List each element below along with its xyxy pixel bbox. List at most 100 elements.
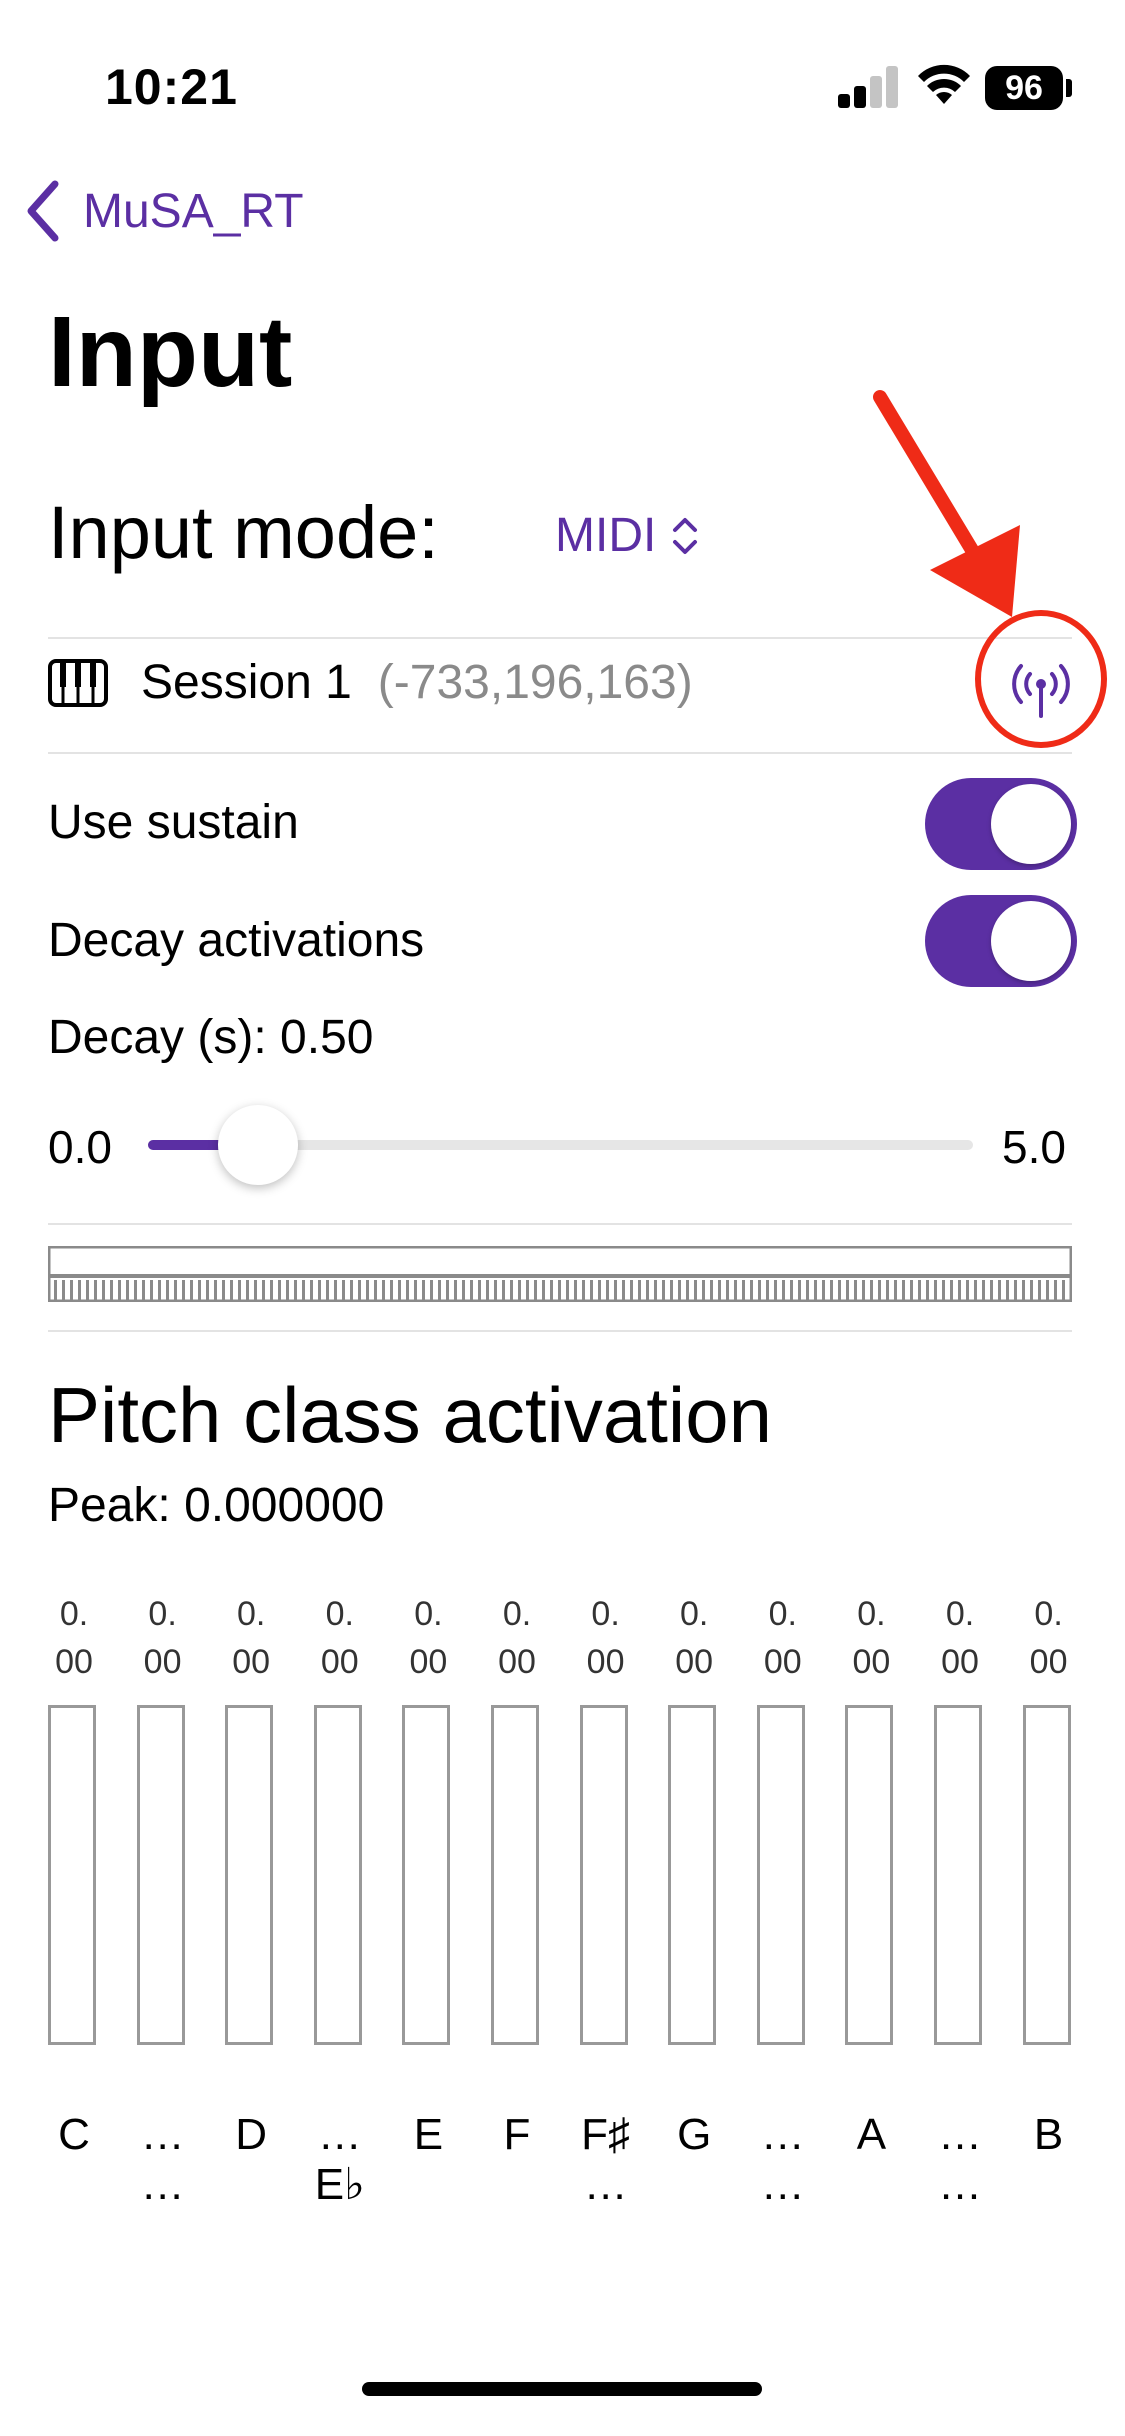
activation-value-line2: 00 bbox=[498, 1643, 536, 1681]
activation-bar bbox=[579, 1705, 628, 2045]
back-label: MuSA_RT bbox=[83, 184, 304, 238]
activation-value: 0. 00 bbox=[664, 1590, 724, 1686]
use-sustain-toggle[interactable] bbox=[925, 778, 1077, 870]
input-mode-value: MIDI bbox=[555, 509, 657, 562]
activation-bar bbox=[756, 1705, 805, 2045]
session-row[interactable]: Session 1 (-733,196,163) bbox=[48, 655, 693, 710]
cellular-signal-icon bbox=[838, 62, 900, 108]
activation-value-line2: 00 bbox=[852, 1643, 891, 1681]
pitch-class-column: 0. 00 D bbox=[225, 1590, 277, 2159]
chevron-up-down-icon bbox=[673, 517, 698, 554]
activation-bar bbox=[225, 1705, 274, 2045]
slider-min-label: 0.0 bbox=[48, 1121, 112, 1173]
pitch-class-label: … E♭ bbox=[310, 2110, 370, 2210]
pitch-class-column: 0. 00 …… bbox=[934, 1590, 986, 2209]
activation-bar bbox=[845, 1705, 894, 2045]
activation-value: 0. 00 bbox=[841, 1590, 901, 1686]
decay-slider-thumb[interactable] bbox=[218, 1105, 298, 1185]
pitch-class-column: 0. 00 E bbox=[402, 1590, 454, 2159]
slider-max-label: 5.0 bbox=[1002, 1121, 1066, 1173]
pitch-class-label-line1: D bbox=[235, 2110, 268, 2159]
pitch-class-column: 0. 00 B bbox=[1022, 1590, 1075, 2159]
chevron-left-icon bbox=[27, 180, 59, 242]
activation-bar bbox=[136, 1705, 185, 2045]
activation-bar bbox=[934, 1705, 982, 2045]
input-mode-label: Input mode: bbox=[48, 491, 439, 574]
activation-value-line2: 00 bbox=[232, 1643, 271, 1681]
pitch-class-label-line1: A bbox=[856, 2110, 887, 2159]
input-mode-picker[interactable]: MIDI bbox=[555, 508, 700, 563]
activation-value-line1: 0. bbox=[59, 1595, 89, 1633]
divider bbox=[48, 637, 1072, 639]
pitch-class-column: 0. 00 …… bbox=[136, 1590, 189, 2209]
activation-value-line1: 0. bbox=[857, 1595, 886, 1633]
back-button[interactable]: MuSA_RT bbox=[25, 180, 304, 242]
pitch-class-label: …… bbox=[930, 2110, 990, 2210]
pitch-class-label-line1: F bbox=[503, 2110, 531, 2159]
activation-value-line2: 00 bbox=[675, 1643, 714, 1681]
page-title: Input bbox=[48, 296, 293, 408]
annotation-circle bbox=[975, 610, 1107, 748]
activation-bar bbox=[313, 1705, 362, 2045]
activation-value-line1: 0. bbox=[237, 1595, 266, 1633]
wifi-icon bbox=[918, 64, 970, 104]
pitch-class-label-line1: B bbox=[1033, 2110, 1064, 2159]
pitch-class-label: G bbox=[664, 2110, 724, 2160]
activation-bar bbox=[491, 1705, 539, 2045]
battery-icon: 96 bbox=[985, 66, 1063, 110]
activation-value-line1: 0. bbox=[1034, 1595, 1063, 1633]
peak-label: Peak: 0.000000 bbox=[48, 1479, 385, 1532]
activation-value-line1: 0. bbox=[768, 1595, 797, 1633]
activation-value-line2: 00 bbox=[55, 1643, 93, 1681]
activation-bar bbox=[48, 1705, 96, 2045]
pitch-class-column: 0. 00 G bbox=[668, 1590, 720, 2159]
pitch-class-label-line2: … bbox=[760, 2160, 805, 2209]
activation-value: 0. 00 bbox=[310, 1590, 370, 1686]
pitch-class-label-line1: … bbox=[938, 2110, 982, 2159]
pitch-class-label: …… bbox=[753, 2110, 813, 2210]
pitch-class-column: 0. 00 A bbox=[845, 1590, 897, 2159]
activation-value: 0. 00 bbox=[44, 1590, 104, 1686]
pitch-class-bars: 0. 00 C 0. 00…… 0. 00 D 0. 00… E♭ 0. 00 E 0. 00 F 0. 00 F♯…… bbox=[48, 1590, 1078, 2230]
activation-value-line1: 0. bbox=[945, 1595, 975, 1633]
pitch-class-label: F bbox=[487, 2110, 547, 2160]
pitch-class-label-line2: … bbox=[583, 2160, 628, 2209]
pitch-class-label-line1: E bbox=[413, 2110, 444, 2159]
pitch-class-label-line1: C bbox=[58, 2110, 90, 2159]
pitch-class-label-line1: F♯ bbox=[581, 2110, 631, 2159]
decay-activations-toggle[interactable] bbox=[925, 895, 1077, 987]
activation-value-line2: 00 bbox=[763, 1643, 802, 1681]
pitch-class-label: B bbox=[1019, 2110, 1079, 2160]
piano-keys-icon bbox=[48, 658, 108, 707]
activation-value: 0. 00 bbox=[398, 1590, 458, 1686]
pitch-class-label: F♯… bbox=[576, 2110, 636, 2210]
pitch-class-label-line1: G bbox=[677, 2110, 712, 2159]
activation-value-line2: 00 bbox=[143, 1643, 182, 1681]
pitch-class-label: D bbox=[221, 2110, 281, 2160]
pitch-class-column: 0. 00 F bbox=[491, 1590, 543, 2159]
pitch-class-column: 0. 00 F♯… bbox=[579, 1590, 632, 2209]
divider bbox=[48, 1330, 1072, 1332]
divider bbox=[48, 1223, 1072, 1225]
activation-bar bbox=[402, 1705, 451, 2045]
activation-bar bbox=[668, 1705, 717, 2045]
annotation-arrow-icon bbox=[873, 390, 1020, 617]
decay-value-label: Decay (s): 0.50 bbox=[48, 1011, 374, 1064]
activation-value-line1: 0. bbox=[325, 1595, 354, 1633]
activation-bar bbox=[1022, 1705, 1071, 2045]
pitch-class-label-line2: … bbox=[140, 2160, 185, 2209]
pitch-class-label: C bbox=[44, 2110, 104, 2160]
decay-activations-label: Decay activations bbox=[48, 914, 425, 967]
use-sustain-label: Use sustain bbox=[48, 796, 299, 849]
home-indicator[interactable] bbox=[362, 2382, 762, 2396]
pitch-class-label-line1: … bbox=[760, 2110, 805, 2159]
activation-value: 0. 00 bbox=[133, 1590, 193, 1686]
pitch-class-column: 0. 00 … E♭ bbox=[313, 1590, 366, 2209]
activation-value-line1: 0. bbox=[591, 1595, 620, 1633]
pitch-class-label-line2: E♭ bbox=[314, 2160, 365, 2209]
activation-value-line1: 0. bbox=[680, 1595, 709, 1633]
activation-value: 0. 00 bbox=[487, 1590, 547, 1686]
pitch-class-label: …… bbox=[133, 2110, 193, 2210]
activation-value-line2: 00 bbox=[1029, 1643, 1068, 1681]
activation-value: 0. 00 bbox=[1019, 1590, 1079, 1686]
